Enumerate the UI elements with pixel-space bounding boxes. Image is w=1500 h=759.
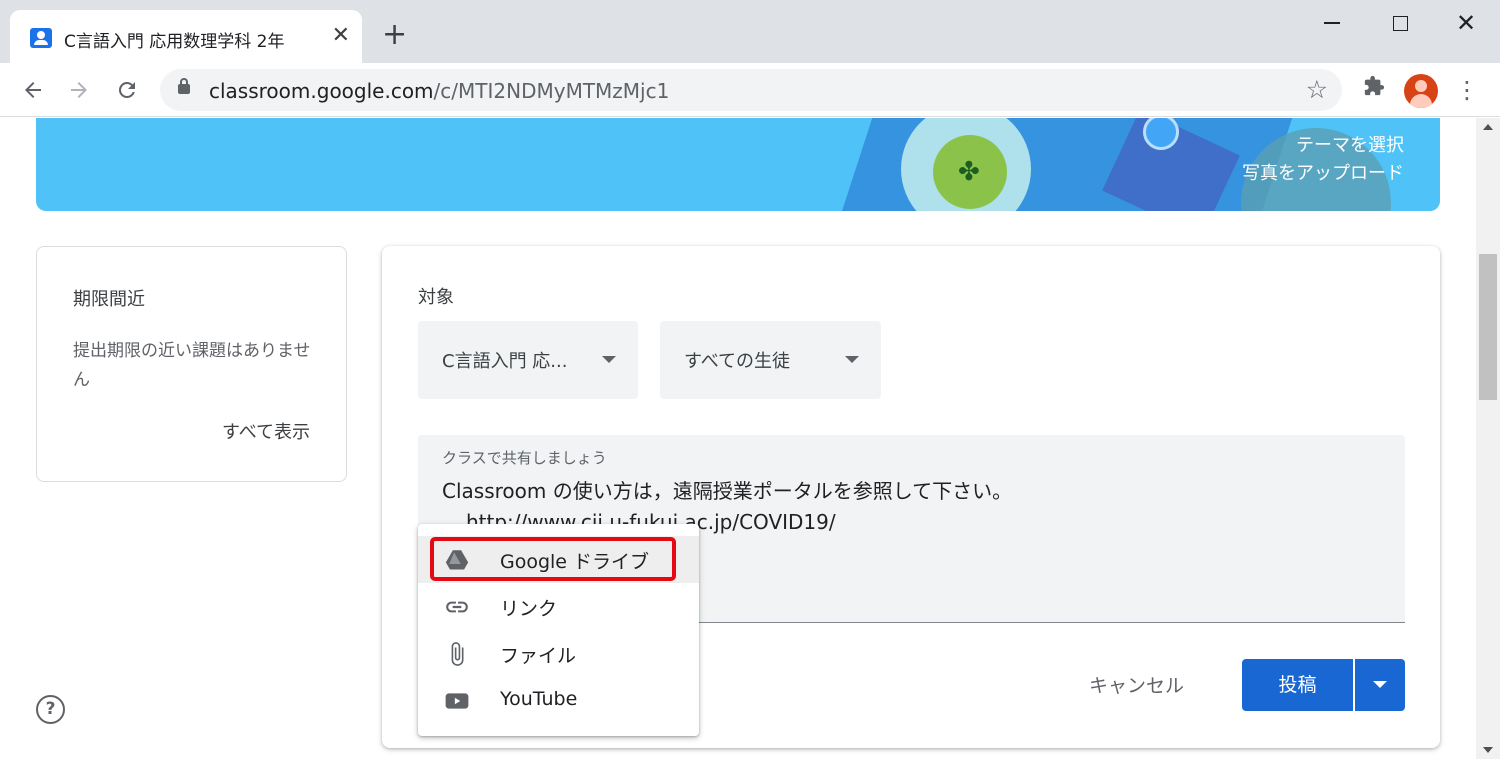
post-options-button[interactable] — [1355, 659, 1405, 711]
view-all-link[interactable]: すべて表示 — [222, 418, 310, 444]
browser-tab[interactable]: C言語入門 応用数理学科 2年 ✕ — [10, 10, 362, 63]
url-path: /c/MTI2NDMyMTMzMjc1 — [433, 79, 670, 103]
annotation-highlight-frame — [430, 537, 676, 581]
window-close-button[interactable]: ✕ — [1446, 8, 1486, 38]
lock-icon[interactable] — [178, 78, 190, 94]
puzzle-icon — [1364, 75, 1385, 96]
profile-avatar[interactable] — [1404, 74, 1438, 108]
bookmark-star-icon[interactable]: ☆ — [1306, 75, 1328, 104]
extensions-puzzle-icon[interactable] — [1360, 75, 1388, 103]
class-banner: ✤ テーマを選択 写真をアップロード — [36, 118, 1440, 211]
scrollbar-thumb[interactable] — [1479, 254, 1497, 400]
scrollbar[interactable] — [1476, 118, 1500, 759]
menu-item-link[interactable]: リンク — [418, 583, 699, 630]
tab-close-icon[interactable]: ✕ — [332, 23, 350, 49]
classroom-favicon-icon — [30, 28, 52, 48]
menu-item-youtube[interactable]: YouTube — [418, 677, 699, 724]
minimize-icon — [1324, 22, 1340, 24]
back-button[interactable] — [18, 75, 48, 105]
tab-title: C言語入門 応用数理学科 2年 — [64, 32, 285, 52]
minimize-button[interactable] — [1312, 8, 1352, 38]
upcoming-message: 提出期限の近い課題はありません — [73, 341, 311, 390]
help-icon[interactable]: ? — [36, 695, 65, 724]
link-icon — [446, 601, 468, 613]
upload-photo-link[interactable]: 写真をアップロード — [1242, 159, 1404, 185]
menu-item-label: YouTube — [500, 688, 578, 710]
tab-strip: C言語入門 応用数理学科 2年 ✕ + ✕ — [0, 0, 1500, 63]
menu-item-label: ファイル — [500, 645, 577, 667]
cancel-button[interactable]: キャンセル — [1089, 666, 1184, 706]
browser-toolbar: classroom.google.com/c/MTI2NDMyMTMzMjc1 … — [0, 63, 1500, 117]
url-host: classroom.google.com — [209, 79, 434, 103]
youtube-icon — [445, 693, 469, 709]
url-text: classroom.google.com/c/MTI2NDMyMTMzMjc1 — [209, 79, 669, 103]
reload-button[interactable] — [112, 75, 142, 105]
maximize-icon — [1392, 15, 1408, 31]
browser-menu-icon[interactable]: ⋮ — [1452, 75, 1482, 105]
menu-item-file[interactable]: ファイル — [418, 630, 699, 677]
upcoming-title: 期限間近 — [73, 289, 145, 310]
back-arrow-icon — [25, 82, 41, 98]
page-content: ✤ テーマを選択 写真をアップロード 期限間近 提出期限の近い課題はありません … — [0, 118, 1476, 759]
paperclip-icon — [451, 642, 464, 666]
scroll-up-icon[interactable] — [1483, 124, 1493, 130]
dropdown-arrow-icon — [602, 356, 616, 363]
post-button[interactable]: 投稿 — [1242, 659, 1353, 711]
announcement-text-line: Classroom の使い方は，遠隔授業ポータルを参照して下さい。 — [442, 479, 1013, 503]
select-theme-link[interactable]: テーマを選択 — [1296, 131, 1404, 157]
upcoming-card: 期限間近 提出期限の近い課題はありません すべて表示 — [36, 246, 347, 482]
students-select[interactable]: すべての生徒 — [660, 321, 881, 399]
menu-item-label: リンク — [500, 598, 558, 620]
forward-arrow-icon — [71, 82, 87, 98]
scroll-down-icon[interactable] — [1483, 747, 1493, 753]
dropdown-arrow-icon — [845, 356, 859, 363]
address-bar[interactable]: classroom.google.com/c/MTI2NDMyMTMzMjc1 … — [160, 69, 1342, 111]
class-select[interactable]: C言語入門 応... — [418, 321, 638, 399]
clover-icon: ✤ — [958, 157, 980, 187]
announcement-placeholder: クラスで共有しましょう — [442, 449, 607, 467]
forward-button[interactable] — [64, 75, 94, 105]
reload-icon — [118, 81, 135, 98]
maximize-button[interactable] — [1380, 8, 1420, 38]
class-select-value: C言語入門 応... — [442, 351, 568, 372]
students-select-value: すべての生徒 — [684, 351, 791, 372]
target-label: 対象 — [418, 287, 454, 308]
new-tab-button[interactable]: + — [382, 20, 407, 50]
